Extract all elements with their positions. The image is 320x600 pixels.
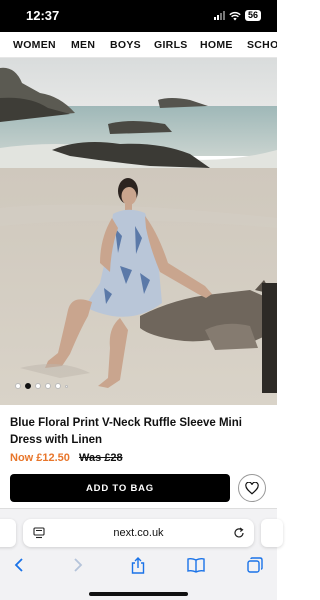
nav-item-school[interactable]: SCHO [247, 39, 277, 51]
signal-icon [213, 11, 225, 20]
browser-toolbar: next.co.uk [0, 508, 283, 600]
wifi-icon [229, 11, 241, 20]
heart-icon [245, 481, 259, 495]
pagination-dot[interactable] [55, 383, 61, 389]
status-icons: 56 [213, 10, 261, 21]
product-image[interactable] [0, 58, 277, 405]
category-nav: WOMEN MEN BOYS GIRLS HOME SCHO [0, 32, 277, 58]
next-tab-preview[interactable] [261, 519, 283, 547]
url-text[interactable]: next.co.uk [23, 527, 254, 539]
product-price: Now £12.50 Was £28 [10, 452, 123, 464]
add-to-bag-button[interactable]: ADD TO BAG [10, 474, 230, 502]
price-now: Now £12.50 [10, 452, 70, 464]
price-was: Was £28 [78, 452, 123, 464]
back-chevron-icon[interactable] [12, 557, 26, 573]
nav-item-women[interactable]: WOMEN [13, 39, 56, 51]
pagination-dot[interactable] [15, 383, 21, 389]
address-bar[interactable]: next.co.uk [23, 519, 254, 547]
status-time: 12:37 [26, 8, 60, 23]
wishlist-button[interactable] [238, 474, 266, 502]
status-bar: 12:37 56 [0, 0, 277, 32]
nav-item-men[interactable]: MEN [71, 39, 95, 51]
tabs-icon[interactable] [247, 557, 263, 573]
nav-item-home[interactable]: HOME [200, 39, 233, 51]
battery-icon: 56 [244, 10, 261, 21]
nav-item-boys[interactable]: BOYS [110, 39, 141, 51]
pagination-dot[interactable] [45, 383, 51, 389]
product-title: Blue Floral Print V-Neck Ruffle Sleeve M… [10, 417, 242, 446]
pagination-dot-more [65, 384, 68, 388]
share-icon[interactable] [130, 557, 146, 574]
home-indicator [89, 592, 188, 596]
bookmarks-icon[interactable] [187, 557, 205, 573]
pagination-dot-active[interactable] [25, 383, 31, 389]
reload-icon[interactable] [233, 527, 245, 539]
image-pagination-dots [15, 383, 68, 389]
pagination-dot[interactable] [35, 383, 41, 389]
nav-item-girls[interactable]: GIRLS [154, 39, 188, 51]
forward-chevron-icon[interactable] [71, 557, 85, 573]
previous-tab-preview[interactable] [0, 519, 16, 547]
